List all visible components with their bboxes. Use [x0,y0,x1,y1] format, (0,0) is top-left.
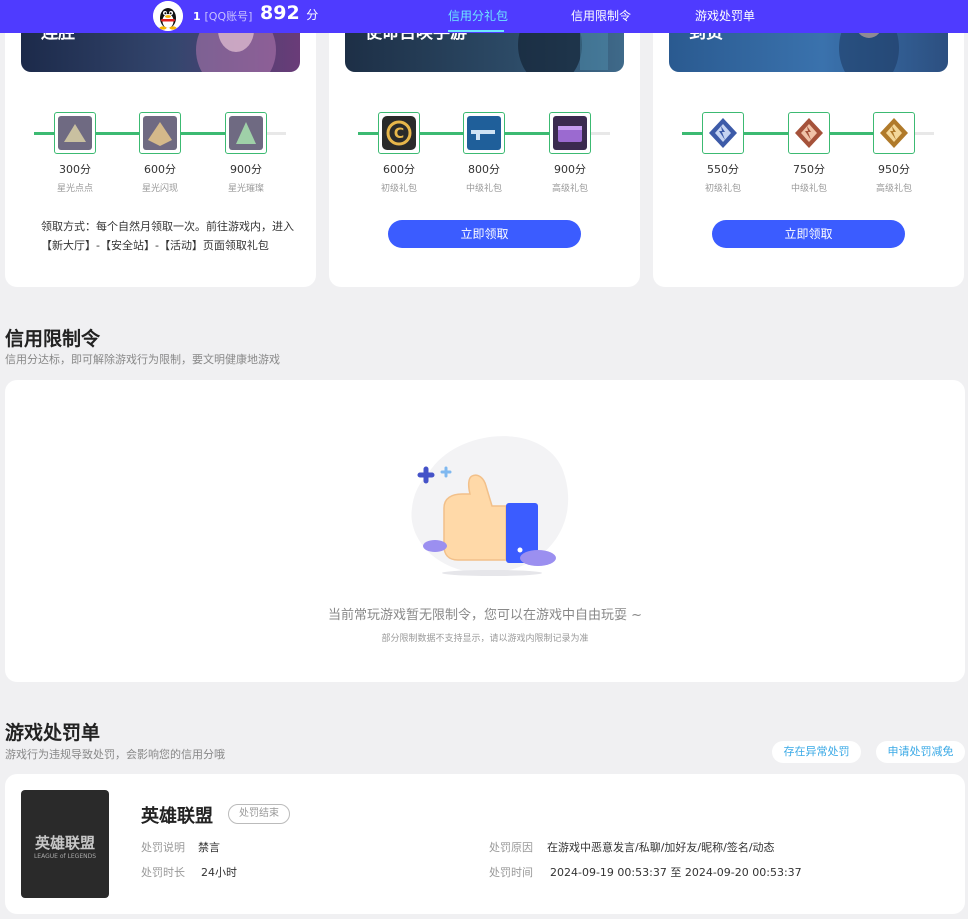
gift-card-2: 使命召唤手游 C 600分 初级礼包 800分 中级礼包 900分 高级礼包 立… [329,0,640,287]
tier-name: 初级礼包 [380,184,417,194]
penalty-section-subtitle: 游戏行为违规导致处罚，会影响您的信用分哦 [5,748,225,761]
tier-points: 600分 [383,163,415,176]
tier-item: C 600分 初级礼包 [369,112,429,194]
penalty-reason-value: 在游戏中恶意发言/私聊/加好友/昵称/签名/动态 [547,841,775,854]
tier-name: 高级礼包 [875,184,912,194]
tier-name: 初级礼包 [704,184,741,194]
rank-emblem-icon [702,112,744,154]
tier-points: 900分 [230,163,262,176]
reward-badge-icon: C [378,112,420,154]
tab-credit-restriction[interactable]: 信用限制令 [571,7,631,24]
gift-card-1: 连胜 300分 星光点点 600分 星光闪现 900分 星光璀璨 领取方式：每个… [5,0,316,287]
tier-name: 中级礼包 [465,184,502,194]
penalty-game-title: 英雄联盟 [141,806,213,827]
penalty-desc-value: 禁言 [198,841,220,854]
tier-item: 600分 星光闪现 [130,112,190,194]
penalty-status-badge: 处罚结束 [228,804,290,824]
account-id: 1 [193,10,201,23]
score-value: 892 [260,2,300,24]
supply-crate-icon [549,112,591,154]
claim-instructions: 领取方式：每个自然月领取一次。前往游戏内，进入【新大厅】-【安全站】-【活动】页… [41,220,294,252]
claim-button[interactable]: 立即领取 [712,220,905,248]
tier-item: 800分 中级礼包 [454,112,514,194]
tier-points: 600分 [144,163,176,176]
account-label: 1 [QQ账号] [193,8,252,24]
abnormal-penalty-button[interactable]: 存在异常处罚 [772,741,861,763]
penalty-section-title: 游戏处罚单 [5,722,101,744]
penalty-duration-value: 24小时 [201,866,237,879]
tab-credit-gift[interactable]: 信用分礼包 [448,7,508,24]
reward-item-icon [54,112,96,154]
credit-score: 892 分 [260,2,318,24]
penalty-desc-label: 处罚说明 [141,841,185,854]
reward-item-icon [139,112,181,154]
tier-item: 750分 中级礼包 [779,112,839,194]
tier-points: 300分 [59,163,91,176]
tier-item: 300分 星光点点 [45,112,105,194]
restriction-section-subtitle: 信用分达标，即可解除游戏行为限制，要文明健康地游戏 [5,353,280,366]
tier-points: 800分 [468,163,500,176]
tier-name: 星光闪现 [141,184,178,194]
claim-button[interactable]: 立即领取 [388,220,581,248]
gift-card-3: 到货 550分 初级礼包 750分 中级礼包 950分 高级礼包 立即领取 [653,0,964,287]
tier-name: 星光点点 [56,184,93,194]
restriction-section-title: 信用限制令 [5,328,101,350]
thumbs-up-illustration [402,428,572,578]
svg-text:C: C [394,126,404,142]
active-tab-indicator [448,30,504,32]
tier-item: 900分 高级礼包 [540,112,600,194]
account-type: [QQ账号] [204,10,253,23]
top-nav-bar: 1 [QQ账号] 892 分 信用分礼包 信用限制令 游戏处罚单 [0,0,968,33]
penalty-card: 英雄联盟 LEAGUE of LEGENDS 英雄联盟 处罚结束 处罚说明 禁言… [5,774,965,914]
tier-item: 900分 星光璀璨 [216,112,276,194]
tier-item: 550分 初级礼包 [693,112,753,194]
penalty-duration-label: 处罚时长 [141,866,185,879]
tier-item: 950分 高级礼包 [864,112,924,194]
empty-state-message: 当前常玩游戏暂无限制令，您可以在游戏中自由玩耍 ~ [327,608,643,623]
tier-points: 900分 [554,163,586,176]
empty-state-note: 部分限制数据不支持显示，请以游戏内限制记录为准 [381,634,589,644]
qq-penguin-avatar[interactable] [153,1,183,31]
tier-points: 550分 [707,163,739,176]
score-unit: 分 [306,8,319,22]
reward-item-icon [225,112,267,154]
penalty-reduction-button[interactable]: 申请处罚减免 [876,741,965,763]
tier-name: 星光璀璨 [227,184,264,194]
penalty-reason-label: 处罚原因 [489,841,533,854]
restriction-panel: 当前常玩游戏暂无限制令，您可以在游戏中自由玩耍 ~ 部分限制数据不支持显示，请以… [5,380,965,682]
tier-points: 750分 [793,163,825,176]
tab-game-penalty[interactable]: 游戏处罚单 [695,7,755,24]
tier-name: 高级礼包 [551,184,588,194]
game-logo-subtext: LEAGUE of LEGENDS [33,853,97,860]
game-logo-text: 英雄联盟 [34,834,95,852]
tier-name: 中级礼包 [790,184,827,194]
rank-emblem-icon [788,112,830,154]
rank-emblem-icon [873,112,915,154]
penalty-time-value: 2024-09-19 00:53:37 至 2024-09-20 00:53:3… [550,866,802,879]
game-logo-thumbnail: 英雄联盟 LEAGUE of LEGENDS [21,790,109,898]
rifle-card-icon [463,112,505,154]
tier-points: 950分 [878,163,910,176]
penalty-time-label: 处罚时间 [489,866,533,879]
